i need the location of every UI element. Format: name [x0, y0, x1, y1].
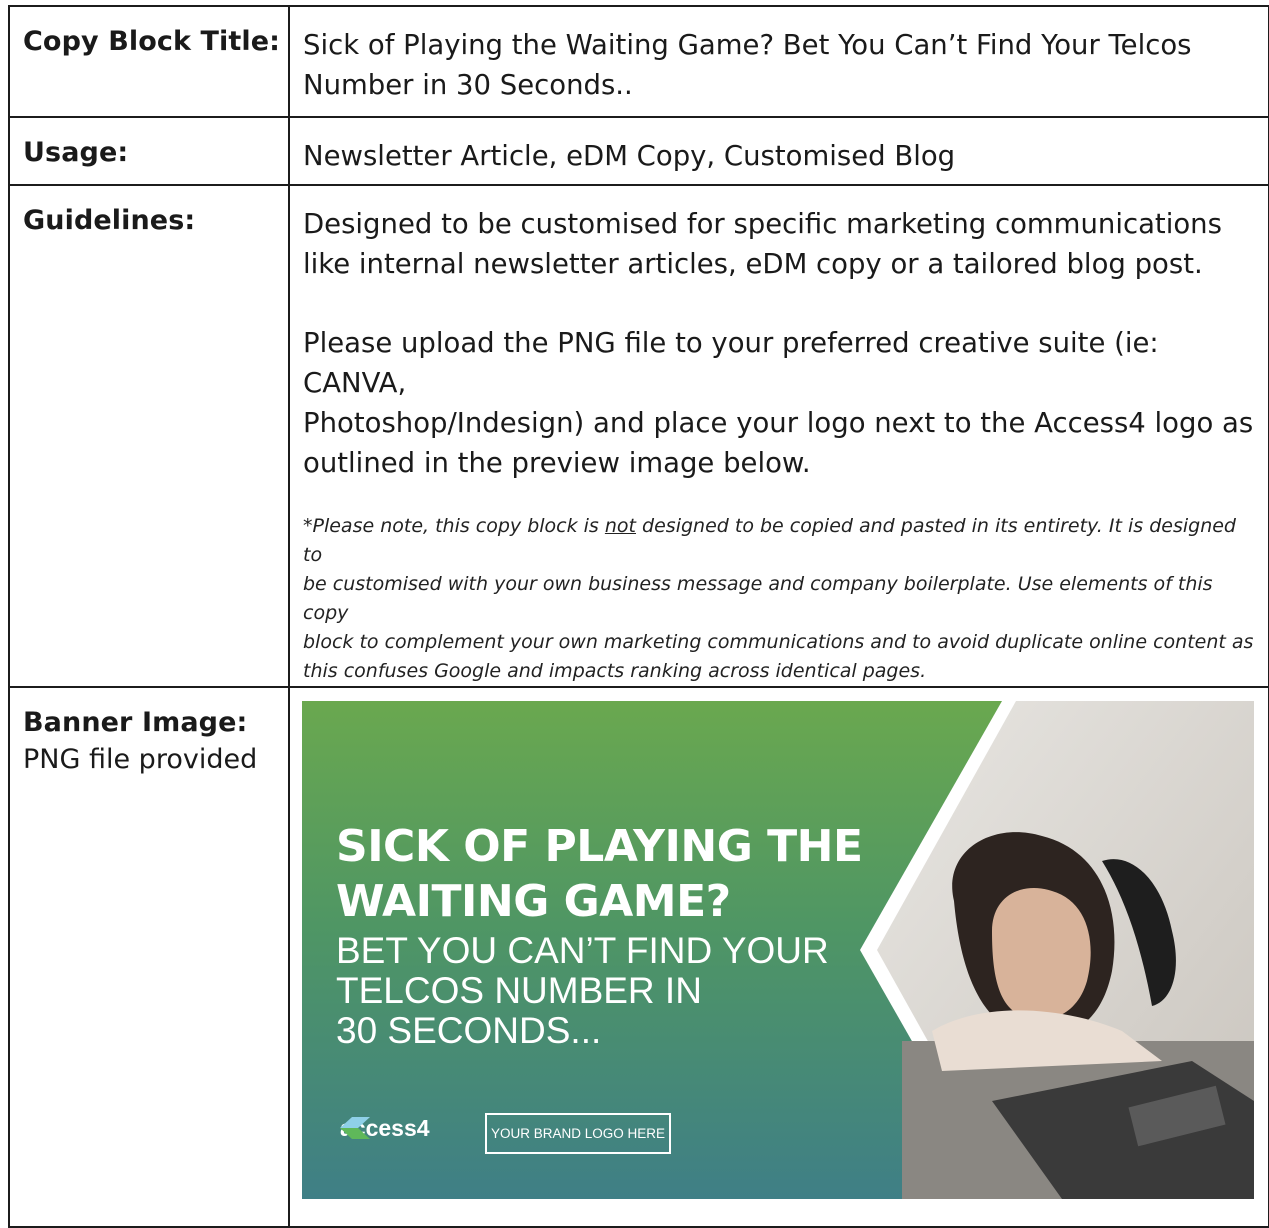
label-cell: Copy Block Title:	[8, 5, 290, 118]
value-cell: SICK OF PLAYING THE WAITING GAME? BET YO…	[288, 686, 1269, 1228]
row-guidelines: Guidelines: Designed to be customised fo…	[8, 184, 1269, 688]
subheadline-line: TELCOS NUMBER IN	[336, 970, 702, 1011]
headline-line: SICK OF PLAYING THE	[336, 821, 863, 872]
value-cell: Sick of Playing the Waiting Game? Bet Yo…	[288, 5, 1269, 118]
copy-block-title-label: Copy Block Title:	[23, 26, 281, 57]
access4-logo: access4	[336, 1115, 430, 1142]
subheadline-line: BET YOU CAN’T FIND YOUR	[336, 930, 829, 971]
note-text: *Please note, this copy block is	[303, 515, 605, 537]
copy-block-title-value-line2: Number in 30 Seconds..	[303, 69, 633, 101]
text-line: Photoshop/Indesign) and place your logo …	[303, 407, 1254, 439]
subheadline-line: 30 SECONDS...	[336, 1010, 602, 1051]
label-cell: Guidelines:	[8, 184, 290, 688]
note-text: be customised with your own business mes…	[303, 573, 1213, 624]
value-cell: Newsletter Article, eDM Copy, Customised…	[288, 116, 1269, 186]
banner-image-sublabel: PNG file provided	[23, 744, 258, 775]
row-copy-block-title: Copy Block Title: Sick of Playing the Wa…	[8, 5, 1269, 118]
banner-subheadline: BET YOU CAN’T FIND YOUR TELCOS NUMBER IN…	[336, 931, 856, 1051]
row-banner-image: Banner Image: PNG file provided SICK OF …	[8, 686, 1269, 1228]
banner-image: SICK OF PLAYING THE WAITING GAME? BET YO…	[302, 701, 1254, 1199]
copy-block-title-value-line1: Sick of Playing the Waiting Game? Bet Yo…	[303, 29, 1192, 61]
row-usage: Usage: Newsletter Article, eDM Copy, Cus…	[8, 116, 1269, 186]
value-cell: Designed to be customised for specific m…	[288, 184, 1269, 688]
banner-image-label: Banner Image:	[23, 707, 248, 738]
banner-headline: SICK OF PLAYING THE WAITING GAME?	[336, 819, 896, 929]
text-line: outlined in the preview image below.	[303, 447, 811, 479]
guidelines-paragraph-2: Please upload the PNG file to your prefe…	[303, 323, 1258, 483]
headline-line: WAITING GAME?	[336, 876, 731, 927]
usage-label: Usage:	[23, 137, 129, 168]
text-line: like internal newsletter articles, eDM c…	[303, 248, 1203, 280]
access4-logo-icon	[340, 1117, 370, 1139]
note-underlined-word: not	[604, 515, 637, 537]
note-text: this confuses Google and impacts ranking…	[303, 660, 927, 682]
label-cell: Usage:	[8, 116, 290, 186]
guidelines-note: *Please note, this copy block is not des…	[303, 512, 1258, 686]
guidelines-paragraph-1: Designed to be customised for specific m…	[303, 204, 1258, 284]
guidelines-label: Guidelines:	[23, 205, 196, 236]
usage-value: Newsletter Article, eDM Copy, Customised…	[303, 140, 956, 172]
note-text: block to complement your own marketing c…	[303, 631, 1254, 653]
brand-logo-placeholder: YOUR BRAND LOGO HERE	[485, 1113, 671, 1154]
text-line: Designed to be customised for specific m…	[303, 208, 1222, 240]
label-cell: Banner Image: PNG file provided	[8, 686, 290, 1228]
text-line: Please upload the PNG file to your prefe…	[303, 327, 1159, 399]
copy-block-table: Copy Block Title: Sick of Playing the Wa…	[8, 5, 1269, 1228]
brand-logo-placeholder-text: YOUR BRAND LOGO HERE	[490, 1126, 666, 1141]
